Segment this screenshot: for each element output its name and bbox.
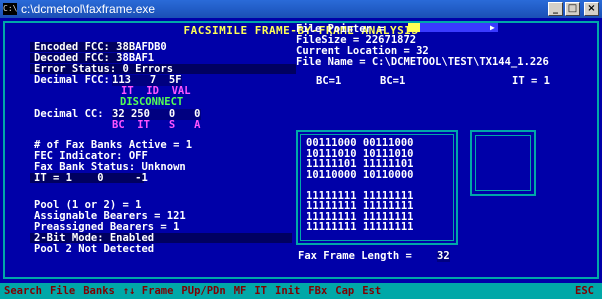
cc-field-labels: BC IT S A: [112, 119, 201, 131]
menu-item-est[interactable]: Est: [362, 285, 381, 297]
maximize-button[interactable]: □: [565, 2, 580, 16]
bit-row: 10110000 10110000: [306, 168, 414, 181]
fax-frame-length-label: Fax Frame Length =: [298, 250, 412, 262]
bit-row: 00111000 00111000: [306, 137, 414, 149]
bit-row: 11111111 11111111: [306, 221, 414, 233]
it-header: IT = 1: [512, 75, 550, 87]
menu-item-banks[interactable]: Banks: [83, 285, 115, 297]
command-menu-bar: Search File Banks ↑↓ Frame PUp/PDn MF IT Init FB…: [0, 283, 602, 299]
menu-item-pup-pdn[interactable]: PUp/PDn: [181, 285, 225, 297]
console-app-icon: C:\: [3, 3, 18, 15]
menu-item-frame[interactable]: ↑↓ Frame: [123, 285, 174, 297]
menu-item-it[interactable]: IT: [254, 285, 267, 297]
menu-item-cap[interactable]: Cap: [335, 285, 354, 297]
pool2-status: Pool 2 Not Detected: [34, 243, 155, 255]
minimize-button[interactable]: _: [548, 2, 563, 16]
decimal-cc-label: Decimal CC:: [34, 108, 104, 120]
console-area: FACSIMILE FRAME-BY-FRAME ANALYSIS Encode…: [0, 18, 602, 283]
scroll-right-arrow-icon[interactable]: ▶: [490, 23, 498, 32]
bit-row: 11111111 11111111: [306, 200, 414, 212]
menu-item-mf[interactable]: MF: [234, 285, 247, 297]
bit-row: 11111101 11111101: [306, 158, 414, 170]
decimal-fcc-label: Decimal FCC:: [34, 74, 110, 86]
menu-item-search[interactable]: Search: [4, 285, 42, 297]
window-titlebar[interactable]: C:\ c:\dcmetool\faxframe.exe _ □ ×: [0, 0, 602, 18]
window-title: c:\dcmetool\faxframe.exe: [21, 2, 156, 16]
bc-header-1: BC=1: [316, 75, 342, 87]
close-button[interactable]: ×: [584, 2, 599, 16]
bit-matrix: 00111000 00111000 10111010 10111010 111111…: [306, 138, 413, 233]
menu-item-file[interactable]: File: [50, 285, 75, 297]
bc-header-2: BC=1: [380, 75, 406, 87]
scrollbar-thumb[interactable]: [408, 23, 420, 32]
menu-item-fbx[interactable]: FBx: [308, 285, 327, 297]
file-pointer-scrollbar[interactable]: ▶: [408, 23, 498, 32]
bit-row: [306, 180, 413, 191]
menu-item-init[interactable]: Init: [275, 285, 300, 297]
it-values: IT = 1 0 -1: [34, 172, 148, 184]
menu-item-esc[interactable]: ESC: [575, 285, 594, 297]
file-name: File Name = C:\DCMETOOL\TEST\TX144_1.226: [296, 56, 549, 68]
it-panel-inner: [475, 135, 531, 191]
fax-frame-length-value: 32: [437, 250, 450, 262]
disconnect-status: DISCONNECT: [120, 96, 184, 108]
